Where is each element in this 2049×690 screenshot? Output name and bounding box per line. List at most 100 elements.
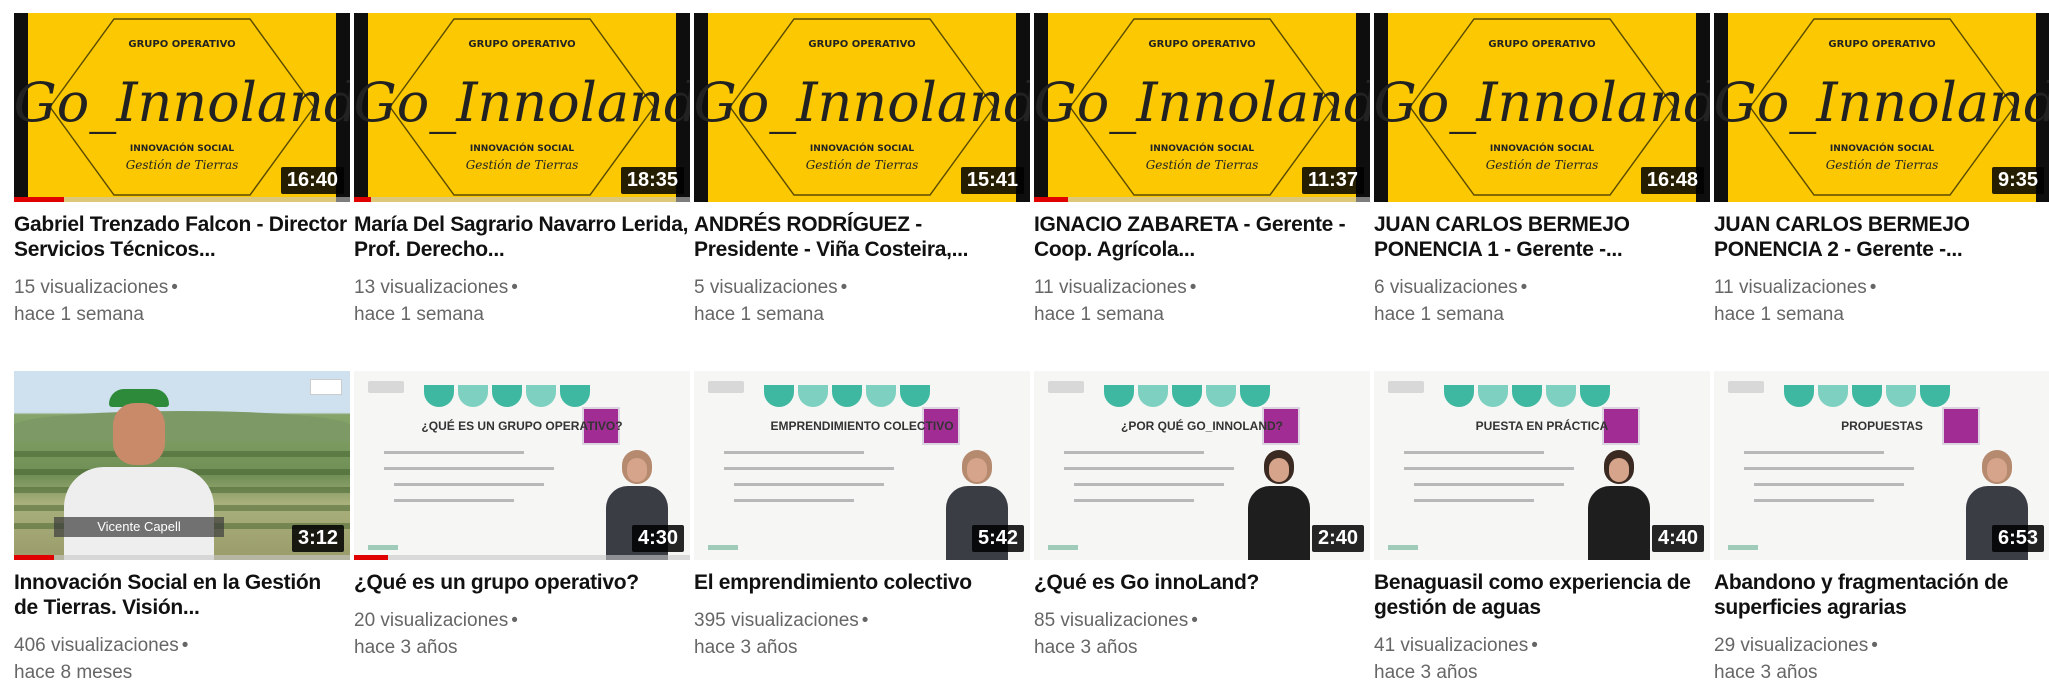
thumb-tag-label: Gestión de Tierras [466, 158, 579, 172]
video-meta: 13 visualizaciones • hace 1 semana [354, 274, 690, 328]
slide-text-line [1744, 467, 1914, 470]
duration-badge: 15:41 [960, 167, 1024, 194]
video-thumbnail[interactable]: GRUPO OPERATIVO Go_Innoland INNOVACIÓN SOC… [14, 13, 350, 202]
duration-badge: 18:35 [620, 167, 684, 194]
teal-banner [424, 385, 594, 407]
video-meta: 11 visualizaciones • hace 1 semana [1034, 274, 1370, 328]
video-thumbnail[interactable]: PUESTA EN PRÁCTICA 4:40 [1374, 371, 1710, 560]
video-thumbnail[interactable]: GRUPO OPERATIVO Go_Innoland INNOVACIÓN SOC… [1374, 13, 1710, 202]
video-title[interactable]: Innovación Social en la Gestión de Tierr… [14, 570, 350, 620]
duration-badge: 2:40 [1311, 525, 1364, 552]
slide-heading: PUESTA EN PRÁCTICA [1475, 419, 1609, 433]
video-card[interactable]: GRUPO OPERATIVO Go_Innoland INNOVACIÓN SOC… [14, 13, 350, 328]
slide-text-line [1404, 451, 1544, 454]
view-count: 11 visualizaciones [1034, 277, 1187, 298]
video-card[interactable]: ¿POR QUÉ GO_INNOLAND? 2:40 ¿Qué es Go inno… [1034, 371, 1370, 661]
watch-progress-fill [14, 555, 55, 560]
slide-logo [1388, 381, 1424, 393]
video-card[interactable]: PUESTA EN PRÁCTICA 4:40 Benaguasil como ex… [1374, 371, 1710, 686]
upload-age: hace 1 semana [694, 304, 824, 325]
duration-badge: 5:42 [971, 525, 1024, 552]
video-thumbnail[interactable]: GRUPO OPERATIVO Go_Innoland INNOVACIÓN SOC… [1034, 13, 1370, 202]
thumb-group-label: GRUPO OPERATIVO [1148, 39, 1255, 50]
slide-text-line [1414, 483, 1564, 486]
view-count: 406 visualizaciones [14, 635, 179, 656]
video-card[interactable]: GRUPO OPERATIVO Go_Innoland INNOVACIÓN SOC… [354, 13, 690, 328]
view-count-line: 395 visualizaciones • [694, 607, 1030, 634]
video-card[interactable]: GRUPO OPERATIVO Go_Innoland INNOVACIÓN SOC… [1034, 13, 1370, 328]
thumb-sub-label: INNOVACIÓN SOCIAL [1490, 142, 1594, 154]
slide-heading: EMPRENDIMIENTO COLECTIVO [770, 419, 954, 433]
video-title[interactable]: ¿Qué es un grupo operativo? [354, 570, 690, 595]
upload-age: hace 1 semana [1034, 304, 1164, 325]
video-card[interactable]: Vicente Capell 3:12 Innovación Social en l… [14, 371, 350, 686]
view-count: 13 visualizaciones [354, 277, 509, 298]
video-meta: 41 visualizaciones • hace 3 años [1374, 632, 1710, 686]
video-card[interactable]: ¿QUÉ ES UN GRUPO OPERATIVO? 4:30 ¿Qué es u… [354, 371, 690, 661]
upload-age: hace 3 años [1034, 637, 1138, 658]
video-title[interactable]: ¿Qué es Go innoLand? [1034, 570, 1370, 595]
presenter [1588, 450, 1650, 560]
video-meta: 406 visualizaciones • hace 8 meses [14, 632, 350, 686]
duration-badge: 16:48 [1640, 167, 1704, 194]
video-title[interactable]: IGNACIO ZABARETA - Gerente - Coop. Agríc… [1034, 212, 1370, 262]
view-count-line: 15 visualizaciones • [14, 274, 350, 301]
video-thumbnail[interactable]: ¿QUÉ ES UN GRUPO OPERATIVO? 4:30 [354, 371, 690, 560]
slide-text-line [1744, 451, 1884, 454]
view-count: 20 visualizaciones [354, 610, 509, 631]
slide-text-line [734, 483, 884, 486]
video-thumbnail[interactable]: PROPUESTAS 6:53 [1714, 371, 2049, 560]
corner-logo [310, 379, 342, 395]
video-thumbnail[interactable]: Vicente Capell 3:12 [14, 371, 350, 560]
video-thumbnail[interactable]: GRUPO OPERATIVO Go_Innoland INNOVACIÓN SOC… [694, 13, 1030, 202]
view-count-line: 11 visualizaciones • [1714, 274, 2049, 301]
thumb-brand-label: Go_Innoland [1034, 71, 1370, 134]
slide-logo [1728, 381, 1764, 393]
video-title[interactable]: Gabriel Trenzado Falcon - Director Servi… [14, 212, 350, 262]
video-card[interactable]: GRUPO OPERATIVO Go_Innoland INNOVACIÓN SOC… [694, 13, 1030, 328]
duration-badge: 4:40 [1651, 525, 1704, 552]
thumb-group-label: GRUPO OPERATIVO [1828, 39, 1935, 50]
video-card[interactable]: EMPRENDIMIENTO COLECTIVO 5:42 El emprendim… [694, 371, 1030, 661]
slide-text-line [734, 499, 854, 502]
video-meta: 5 visualizaciones • hace 1 semana [694, 274, 1030, 328]
watch-progress-fill [14, 197, 65, 202]
duration-badge: 6:53 [1991, 525, 2044, 552]
video-meta: 395 visualizaciones • hace 3 años [694, 607, 1030, 661]
video-card[interactable]: GRUPO OPERATIVO Go_Innoland INNOVACIÓN SOC… [1374, 13, 1710, 328]
teal-banner [1444, 385, 1614, 407]
view-count-line: 85 visualizaciones • [1034, 607, 1370, 634]
watch-progress-track [1034, 197, 1370, 202]
video-thumbnail[interactable]: GRUPO OPERATIVO Go_Innoland INNOVACIÓN SOC… [1714, 13, 2049, 202]
view-count: 41 visualizaciones [1374, 635, 1529, 656]
video-card[interactable]: GRUPO OPERATIVO Go_Innoland INNOVACIÓN SOC… [1714, 13, 2049, 328]
video-title[interactable]: Abandono y fragmentación de superficies … [1714, 570, 2049, 620]
video-title[interactable]: JUAN CARLOS BERMEJO PONENCIA 2 - Gerente… [1714, 212, 2049, 262]
slide-footer [1048, 545, 1078, 550]
duration-badge: 16:40 [280, 167, 344, 194]
upload-age: hace 3 años [1374, 662, 1478, 683]
view-count: 85 visualizaciones [1034, 610, 1189, 631]
video-thumbnail[interactable]: GRUPO OPERATIVO Go_Innoland INNOVACIÓN SOC… [354, 13, 690, 202]
video-thumbnail[interactable]: EMPRENDIMIENTO COLECTIVO 5:42 [694, 371, 1030, 560]
slide-footer [1728, 545, 1758, 550]
video-card[interactable]: PROPUESTAS 6:53 Abandono y fragmentación d… [1714, 371, 2049, 686]
upload-age: hace 3 años [354, 637, 458, 658]
slide-footer [368, 545, 398, 550]
video-thumbnail[interactable]: ¿POR QUÉ GO_INNOLAND? 2:40 [1034, 371, 1370, 560]
video-title[interactable]: JUAN CARLOS BERMEJO PONENCIA 1 - Gerente… [1374, 212, 1710, 262]
thumb-sub-label: INNOVACIÓN SOCIAL [470, 142, 574, 154]
thumb-brand-label: Go_Innoland [14, 71, 350, 134]
separator-dot: • [511, 610, 518, 631]
view-count-line: 6 visualizaciones • [1374, 274, 1710, 301]
teal-banner [1104, 385, 1274, 407]
video-title[interactable]: ANDRÉS RODRÍGUEZ - Presidente - Viña Cos… [694, 212, 1030, 262]
view-count: 15 visualizaciones [14, 277, 169, 298]
thumb-group-label: GRUPO OPERATIVO [1488, 39, 1595, 50]
upload-age: hace 1 semana [1374, 304, 1504, 325]
thumb-sub-label: INNOVACIÓN SOCIAL [810, 142, 914, 154]
video-title[interactable]: El emprendimiento colectivo [694, 570, 1030, 595]
view-count: 29 visualizaciones [1714, 635, 1869, 656]
video-title[interactable]: María Del Sagrario Navarro Lerida, Prof.… [354, 212, 690, 262]
video-title[interactable]: Benaguasil como experiencia de gestión d… [1374, 570, 1710, 620]
